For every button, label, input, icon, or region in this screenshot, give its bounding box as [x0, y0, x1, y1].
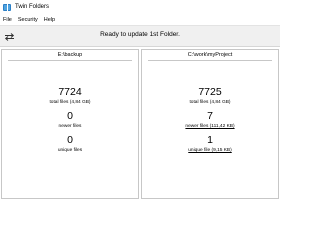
- left-unique-count: 0: [67, 134, 73, 146]
- menu-security[interactable]: Security: [15, 17, 41, 23]
- menu-bar: File Security Help: [0, 14, 280, 25]
- right-unique-label: unique file (9,15 KB): [142, 148, 278, 153]
- left-newer-label: newer files: [58, 124, 82, 129]
- right-newer-label: newer files (111,42 KB): [142, 124, 278, 129]
- right-unique-file-link[interactable]: unique file (9,15 KB): [188, 148, 231, 153]
- menu-file[interactable]: File: [0, 17, 15, 23]
- right-unique-count: 1: [207, 134, 213, 146]
- menu-help[interactable]: Help: [41, 17, 58, 23]
- toolbar: Ready to update 1st Folder.: [0, 25, 280, 47]
- left-total-count: 7724: [58, 86, 82, 98]
- left-folder-panel: E:\backup 7724 total files (4,84 GB) 0 n…: [1, 49, 139, 199]
- right-newer-files-link[interactable]: newer files (111,42 KB): [185, 124, 234, 129]
- window-title: Twin Folders: [15, 4, 50, 10]
- left-total-label: total files (4,84 GB): [49, 100, 91, 105]
- right-newer-count: 7: [207, 110, 213, 122]
- left-unique-label: unique files: [57, 148, 83, 153]
- status-text: Ready to update 1st Folder.: [100, 31, 180, 38]
- left-path-divider: [8, 60, 132, 61]
- right-total-label: total files (4,84 GB): [189, 100, 231, 105]
- right-folder-path[interactable]: C:\work\myProject: [142, 50, 278, 60]
- left-newer-count: 0: [67, 110, 73, 122]
- left-folder-path[interactable]: E:\backup: [2, 50, 138, 60]
- right-path-divider: [148, 60, 272, 61]
- title-bar: Twin Folders: [0, 0, 280, 14]
- app-icon: [3, 3, 11, 11]
- right-total-count: 7725: [198, 86, 222, 98]
- right-folder-panel: C:\work\myProject 7725 total files (4,84…: [141, 49, 279, 199]
